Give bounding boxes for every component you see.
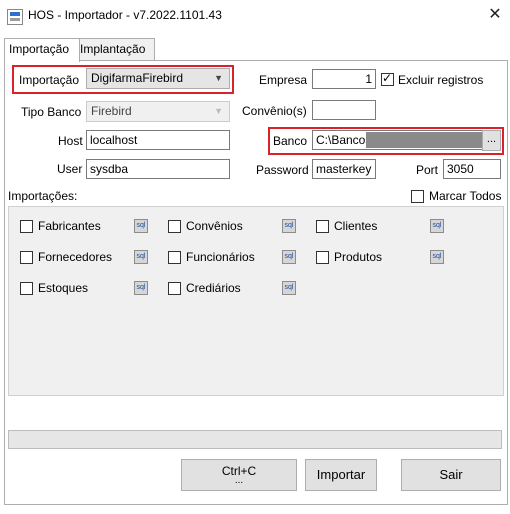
produtos-label: Produtos bbox=[334, 250, 383, 264]
close-icon[interactable]: ✕ bbox=[485, 4, 505, 26]
sql-icon[interactable]: sql bbox=[134, 281, 148, 295]
app-icon bbox=[7, 9, 23, 25]
excluir-registros-label: Excluir registros bbox=[398, 73, 484, 87]
password-label: Password bbox=[256, 163, 309, 177]
tab-implantacao[interactable]: Implantação bbox=[75, 38, 155, 61]
fornecedores-checkbox[interactable] bbox=[20, 251, 33, 264]
user-input[interactable]: sysdba bbox=[86, 159, 230, 179]
importacoes-label: Importações: bbox=[8, 189, 78, 203]
chevron-down-icon: ▼ bbox=[214, 73, 223, 83]
ctrl-c-sublabel: ... bbox=[234, 475, 244, 486]
importacao-select[interactable]: DigifarmaFirebird ▼ bbox=[86, 68, 230, 89]
importacao-value: DigifarmaFirebird bbox=[91, 71, 184, 85]
sql-icon[interactable]: sql bbox=[282, 250, 296, 264]
importar-button[interactable]: Importar bbox=[305, 459, 377, 491]
tipo-banco-label: Tipo Banco bbox=[21, 105, 82, 119]
tipo-banco-value: Firebird bbox=[91, 104, 132, 118]
sql-icon[interactable]: sql bbox=[134, 219, 148, 233]
funcionarios-checkbox[interactable] bbox=[168, 251, 181, 264]
tab-importacao[interactable]: Importação bbox=[4, 38, 80, 62]
funcionarios-label: Funcionários bbox=[186, 250, 255, 264]
port-input[interactable]: 3050 bbox=[443, 159, 501, 179]
chevron-down-icon: ▼ bbox=[214, 106, 223, 116]
clientes-checkbox[interactable] bbox=[316, 220, 329, 233]
tipo-banco-select: Firebird ▼ bbox=[86, 101, 230, 122]
marcar-todos-checkbox[interactable] bbox=[411, 190, 424, 203]
importacao-label: Importação bbox=[19, 73, 80, 87]
title-bar: HOS - Importador - v7.2022.1101.43 ✕ bbox=[0, 0, 510, 32]
banco-label: Banco bbox=[273, 134, 308, 148]
browse-banco-button[interactable]: ... bbox=[482, 130, 501, 151]
sql-icon[interactable]: sql bbox=[282, 219, 296, 233]
password-input[interactable]: masterkey bbox=[312, 159, 376, 179]
port-label: Port bbox=[416, 163, 439, 177]
window-title: HOS - Importador - v7.2022.1101.43 bbox=[28, 8, 222, 22]
redacted-path bbox=[366, 132, 482, 148]
crediarios-checkbox[interactable] bbox=[168, 282, 181, 295]
fabricantes-label: Fabricantes bbox=[38, 219, 101, 233]
crediarios-label: Crediários bbox=[186, 281, 241, 295]
empresa-label: Empresa bbox=[259, 73, 308, 87]
user-label: User bbox=[57, 162, 83, 176]
host-label: Host bbox=[58, 134, 83, 148]
fabricantes-checkbox[interactable] bbox=[20, 220, 33, 233]
convenio-input[interactable] bbox=[312, 100, 376, 120]
sair-button[interactable]: Sair bbox=[401, 459, 501, 491]
convenios-checkbox[interactable] bbox=[168, 220, 181, 233]
empresa-input[interactable]: 1 bbox=[312, 69, 376, 89]
convenios-label: Convênios bbox=[186, 219, 243, 233]
host-input[interactable]: localhost bbox=[86, 130, 230, 150]
convenio-label: Convênio(s) bbox=[242, 104, 307, 118]
clientes-label: Clientes bbox=[334, 219, 378, 233]
fornecedores-label: Fornecedores bbox=[38, 250, 113, 264]
marcar-todos-label: Marcar Todos bbox=[429, 189, 502, 203]
progress-bar bbox=[8, 430, 502, 449]
sql-icon[interactable]: sql bbox=[430, 219, 444, 233]
sql-icon[interactable]: sql bbox=[430, 250, 444, 264]
estoques-label: Estoques bbox=[38, 281, 89, 295]
sql-icon[interactable]: sql bbox=[134, 250, 148, 264]
produtos-checkbox[interactable] bbox=[316, 251, 329, 264]
estoques-checkbox[interactable] bbox=[20, 282, 33, 295]
sql-icon[interactable]: sql bbox=[282, 281, 296, 295]
excluir-registros-checkbox[interactable] bbox=[381, 71, 394, 86]
ctrl-c-button[interactable]: Ctrl+C ... bbox=[181, 459, 297, 491]
